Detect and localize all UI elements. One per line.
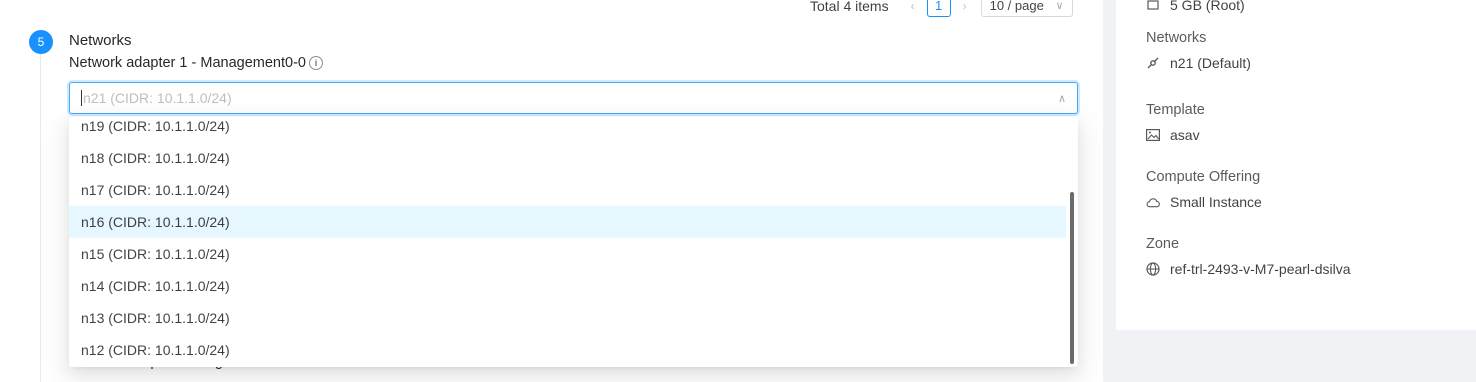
summary-template: Template asav (1146, 102, 1205, 143)
chevron-up-icon: ∧ (1057, 92, 1066, 105)
summary-disk: 5 GB (Root) (1146, 0, 1245, 13)
network-adapter-label: Network adapter 1 - Management0-0 i (69, 55, 323, 71)
summary-panel: 5 GB (Root) Networks n21 (Default) Templ… (1116, 0, 1476, 330)
network-option[interactable]: n12 (CIDR: 10.1.1.0/24) (69, 334, 1066, 366)
network-option[interactable]: n17 (CIDR: 10.1.1.0/24) (69, 174, 1066, 206)
prev-page-icon[interactable]: ‹ (903, 0, 923, 13)
summary-zone-value: ref-trl-2493-v-M7-pearl-dsilva (1170, 261, 1351, 277)
network-option[interactable]: n13 (CIDR: 10.1.1.0/24) (69, 302, 1066, 334)
network-option[interactable]: n19 (CIDR: 10.1.1.0/24) (69, 117, 1066, 142)
summary-template-value: asav (1170, 127, 1200, 143)
summary-networks-title: Networks (1146, 30, 1207, 46)
pagination-total: Total 4 items (810, 0, 889, 14)
network-option[interactable]: n15 (CIDR: 10.1.1.0/24) (69, 238, 1066, 270)
summary-zone: Zone ref-trl-2493-v-M7-pearl-dsilva (1146, 236, 1351, 277)
deploy-form-card: Total 4 items ‹ 1 › 10 / page ∨ 5 Network… (0, 0, 1103, 382)
step-number-badge: 5 (29, 30, 53, 54)
network-option[interactable]: n18 (CIDR: 10.1.1.0/24) (69, 142, 1066, 174)
network-adapter-label-text: Network adapter 1 - Management0-0 (69, 55, 306, 71)
cloud-icon (1146, 195, 1160, 209)
picture-icon (1146, 128, 1160, 142)
hdd-icon (1146, 0, 1160, 12)
network-option[interactable]: n14 (CIDR: 10.1.1.0/24) (69, 270, 1066, 302)
network-select[interactable]: n21 (CIDR: 10.1.1.0/24) ∧ (69, 82, 1078, 114)
network-options-list: n19 (CIDR: 10.1.1.0/24) n18 (CIDR: 10.1.… (69, 117, 1066, 366)
globe-icon (1146, 262, 1160, 276)
summary-compute-offering-title: Compute Offering (1146, 169, 1261, 185)
page-size-value: 10 / page (989, 0, 1044, 13)
summary-compute-offering-value: Small Instance (1170, 194, 1262, 210)
api-link-icon (1146, 56, 1160, 70)
summary-zone-title: Zone (1146, 236, 1180, 252)
info-icon[interactable]: i (308, 56, 323, 70)
next-page-icon[interactable]: › (955, 0, 975, 13)
step-connector-line (40, 52, 41, 382)
summary-template-title: Template (1146, 102, 1205, 118)
network-option-highlighted[interactable]: n16 (CIDR: 10.1.1.0/24) (69, 206, 1066, 238)
step-title: Networks (69, 32, 132, 49)
summary-disk-value: 5 GB (Root) (1170, 0, 1245, 13)
dropdown-scrollbar[interactable] (1070, 192, 1074, 364)
summary-networks-value: n21 (Default) (1170, 55, 1251, 71)
summary-compute-offering: Compute Offering Small Instance (1146, 169, 1262, 210)
page-size-select[interactable]: 10 / page ∨ (980, 0, 1073, 17)
network-dropdown: n19 (CIDR: 10.1.1.0/24) n18 (CIDR: 10.1.… (69, 117, 1078, 367)
page-1-button[interactable]: 1 (926, 0, 951, 17)
network-select-placeholder: n21 (CIDR: 10.1.1.0/24) (81, 90, 232, 106)
pagination: Total 4 items ‹ 1 › 10 / page ∨ (810, 0, 1073, 18)
summary-networks: Networks n21 (Default) (1146, 30, 1251, 71)
chevron-down-icon: ∨ (1055, 0, 1064, 12)
